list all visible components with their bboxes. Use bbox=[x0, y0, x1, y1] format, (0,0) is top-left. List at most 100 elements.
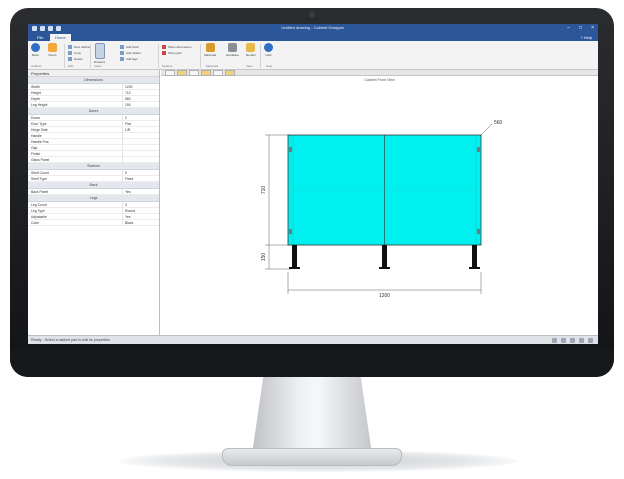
property-key: Finish bbox=[28, 151, 123, 156]
tab-home[interactable]: Home bbox=[50, 34, 71, 41]
property-key: Handle bbox=[28, 133, 123, 138]
maximize-icon[interactable]: □ bbox=[579, 25, 582, 31]
drawers-button[interactable]: Drawers bbox=[94, 43, 105, 64]
screen: Untitled drawing - Cabinet Designer – □ … bbox=[28, 24, 598, 344]
group-separator bbox=[260, 44, 261, 68]
render-button[interactable]: Render bbox=[246, 43, 256, 57]
property-value[interactable]: Yes bbox=[123, 189, 131, 194]
property-key: Shelf Count bbox=[28, 170, 123, 175]
add-divider-item[interactable]: Add divider bbox=[120, 51, 141, 55]
cabinet-drawing: 710 150 1200 560 bbox=[261, 120, 503, 299]
leg[interactable] bbox=[382, 245, 387, 267]
property-section-header[interactable]: Shelves bbox=[28, 163, 159, 170]
window-controls: – □ × bbox=[567, 25, 594, 31]
height-dimension bbox=[265, 134, 291, 270]
property-value[interactable]: 560 bbox=[123, 96, 131, 101]
group-label: Help bbox=[266, 64, 273, 68]
property-value[interactable]: 1200 bbox=[123, 84, 133, 89]
property-value[interactable] bbox=[123, 145, 125, 150]
property-key: Shelf Type bbox=[28, 176, 123, 181]
zoom-in-icon[interactable] bbox=[561, 338, 566, 343]
door-icon bbox=[48, 43, 57, 52]
title-bar: Untitled drawing - Cabinet Designer – □ … bbox=[28, 24, 598, 34]
leg-height-label: 150 bbox=[261, 253, 267, 262]
depth-label: 560 bbox=[494, 120, 503, 126]
add-legs-item[interactable]: Add legs bbox=[120, 57, 138, 61]
property-section-header[interactable]: Legs bbox=[28, 195, 159, 202]
property-value[interactable]: Yes bbox=[123, 214, 131, 219]
hinge-icon bbox=[289, 229, 292, 234]
property-value[interactable]: 0 bbox=[123, 170, 127, 175]
webcam-icon bbox=[309, 12, 315, 18]
group-label: Materials bbox=[206, 64, 219, 68]
leg[interactable] bbox=[472, 245, 477, 267]
properties-panel: Properties Dimensions Width 1200 Height 710 D… bbox=[28, 70, 160, 335]
group-separator bbox=[200, 44, 201, 68]
help-link[interactable]: ? Help bbox=[580, 34, 592, 41]
property-row[interactable]: Color Black bbox=[28, 220, 159, 226]
property-value[interactable]: 3 bbox=[123, 202, 127, 207]
property-key: Back Panel bbox=[28, 189, 123, 194]
pan-icon[interactable] bbox=[579, 338, 584, 343]
ribbon: Back Doors New cabinet Copy Delete Drawe… bbox=[28, 41, 598, 70]
panel-title: Properties bbox=[28, 70, 159, 77]
property-value[interactable]: Fixed bbox=[123, 176, 133, 181]
add-shelf-item[interactable]: Add shelf bbox=[120, 45, 139, 49]
shelf-icon bbox=[120, 45, 124, 49]
property-section-header[interactable]: Dimensions bbox=[28, 77, 159, 84]
property-value[interactable] bbox=[123, 157, 125, 162]
zoom-out-icon[interactable] bbox=[552, 338, 557, 343]
group-separator bbox=[64, 44, 65, 68]
close-icon[interactable]: × bbox=[591, 25, 594, 31]
minimize-icon[interactable]: – bbox=[567, 25, 570, 31]
property-section-header[interactable]: Doors bbox=[28, 108, 159, 115]
show-grid-item[interactable]: Show grid bbox=[162, 51, 181, 55]
group-label: Edit bbox=[68, 64, 74, 68]
property-key: Hinge Side bbox=[28, 127, 123, 132]
property-key: Leg Height bbox=[28, 102, 123, 107]
property-value[interactable]: Flat bbox=[123, 121, 131, 126]
leg-foot bbox=[289, 267, 300, 269]
materials-icon bbox=[205, 43, 215, 52]
property-value[interactable]: 150 bbox=[123, 102, 131, 107]
drawing-canvas[interactable]: Cabinet Front View 710 150 1200 560 bbox=[161, 76, 598, 335]
hardware-button[interactable]: Hardware bbox=[226, 43, 239, 57]
property-value[interactable]: 2 bbox=[123, 115, 127, 120]
copy-icon bbox=[68, 51, 72, 55]
property-key: Height bbox=[28, 90, 123, 95]
property-value[interactable]: Round bbox=[123, 208, 135, 213]
doors-button[interactable]: Doors bbox=[48, 43, 57, 57]
property-key: Door Type bbox=[28, 121, 123, 126]
property-value[interactable] bbox=[123, 151, 125, 156]
monitor-stand-neck bbox=[252, 372, 372, 454]
property-value[interactable]: 710 bbox=[123, 90, 131, 95]
property-value[interactable] bbox=[123, 133, 125, 138]
property-key: Doors bbox=[28, 115, 123, 120]
property-key: Handle Pos bbox=[28, 139, 123, 144]
settings-icon[interactable] bbox=[588, 338, 593, 343]
help-button[interactable]: Help bbox=[264, 43, 273, 57]
property-section-header[interactable]: Back bbox=[28, 182, 159, 189]
tab-file[interactable]: File bbox=[32, 34, 48, 41]
leg[interactable] bbox=[292, 245, 297, 267]
back-button[interactable]: Back bbox=[31, 43, 40, 57]
property-value[interactable]: Black bbox=[123, 220, 133, 225]
new-cabinet-item[interactable]: New cabinet bbox=[68, 45, 91, 49]
leg-foot bbox=[469, 267, 480, 269]
fit-view-icon[interactable] bbox=[570, 338, 575, 343]
property-value[interactable]: L/R bbox=[123, 127, 130, 132]
height-label: 710 bbox=[261, 186, 267, 195]
property-key: Adjustable bbox=[28, 214, 123, 219]
group-label: Cabinet bbox=[31, 64, 42, 68]
materials-button[interactable]: Materials bbox=[204, 43, 216, 57]
monitor-stand-base bbox=[222, 448, 402, 466]
show-dimensions-item[interactable]: Show dimensions bbox=[162, 45, 192, 49]
divider-icon bbox=[120, 51, 124, 55]
delete-item[interactable]: Delete bbox=[68, 57, 83, 61]
property-value[interactable] bbox=[123, 139, 125, 144]
property-grid: Dimensions Width 1200 Height 710 Depth 560 Leg … bbox=[28, 77, 159, 226]
render-icon bbox=[246, 43, 256, 52]
copy-item[interactable]: Copy bbox=[68, 51, 81, 55]
property-key: Gap bbox=[28, 145, 123, 150]
ribbon-tabs: File Home ? Help bbox=[28, 34, 598, 41]
